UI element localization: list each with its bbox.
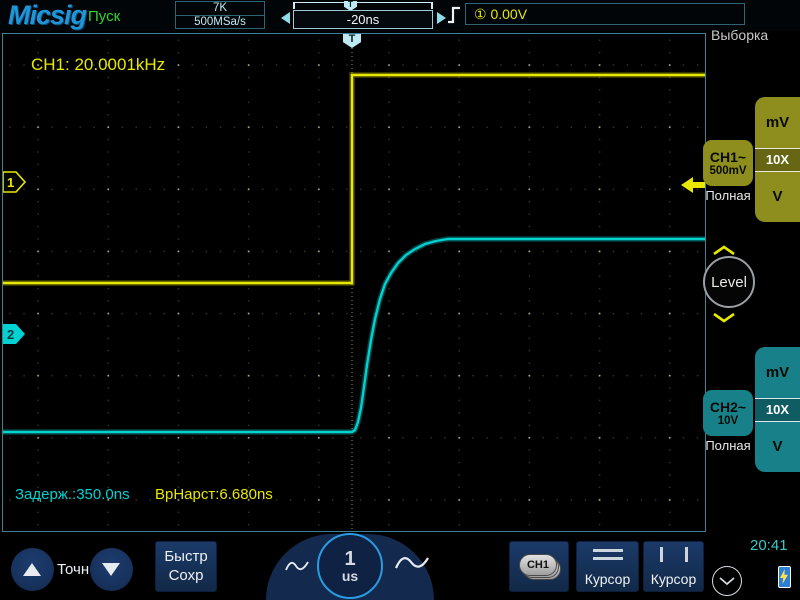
horizontal-cursor-icon <box>592 549 623 565</box>
record-right-tick <box>431 2 433 9</box>
acquisition-box[interactable]: 7K 500MSa/s <box>175 1 265 29</box>
level-knob[interactable]: Level <box>703 256 755 308</box>
quick-save-button[interactable]: Быстр Сохр <box>155 541 217 592</box>
ch2-unit-v-button[interactable]: V <box>755 422 800 473</box>
trigger-slope-icon <box>448 6 460 24</box>
memory-depth: 7K <box>212 2 228 15</box>
ch2-scale-panel: mV 10X V <box>755 347 800 472</box>
ch2-bandwidth-label: Полная <box>705 438 751 453</box>
horizontal-cursor-button[interactable]: Курсор <box>576 541 639 592</box>
collapse-menu-button[interactable] <box>712 566 742 596</box>
waveform-display[interactable]: T CH1: 20.0001kHz Задерж.:350.0ns ВрНарс… <box>2 33 706 532</box>
top-bar: Micsig Пуск 7K 500MSa/s T -20ns ① 0.00V <box>0 0 800 31</box>
ch1-bandwidth-label: Полная <box>705 188 751 203</box>
record-left-tick <box>293 2 295 9</box>
ch1-unit-v-button[interactable]: V <box>755 172 800 223</box>
triangle-up-icon <box>23 563 41 576</box>
timebase-knob[interactable]: 1 us <box>317 533 383 599</box>
ch2-ground-marker[interactable]: 2 <box>3 324 25 344</box>
record-view-bar: T <box>293 1 433 11</box>
brand-logo: Micsig <box>8 0 87 30</box>
clock-label: 20:41 <box>750 537 788 554</box>
trigger-readout-box[interactable]: ① 0.00V <box>465 3 745 25</box>
ch2-unit-mv-button[interactable]: mV <box>755 347 800 398</box>
stacked-channels-icon: CH1 <box>519 554 561 580</box>
triangle-down-icon <box>102 563 120 576</box>
sampling-mode-label: Выборка <box>711 27 769 43</box>
sample-rate: 500MSa/s <box>176 14 264 29</box>
vertical-cursor-icon <box>659 547 688 562</box>
step-down-button[interactable] <box>90 548 133 591</box>
sine-small-icon[interactable] <box>284 556 310 576</box>
sine-large-icon[interactable] <box>393 549 431 577</box>
battery-charging-icon <box>778 566 791 588</box>
pan-left-icon[interactable] <box>281 12 290 24</box>
bottom-bar: Точн Быстр Сохр 1 us CH1 Курсор Курсор 2… <box>0 533 800 600</box>
ch1-scale-panel: mV 10X V <box>755 97 800 222</box>
fine-mode-label: Точн <box>57 561 90 578</box>
ch1-trace-glow <box>3 72 705 286</box>
waveform-canvas: 1 2 <box>3 48 705 531</box>
level-up-icon[interactable] <box>711 245 737 256</box>
pan-right-icon[interactable] <box>437 12 446 24</box>
channel-drag-button[interactable]: CH1 <box>509 541 569 592</box>
svg-text:2: 2 <box>7 327 14 342</box>
chevron-down-icon <box>719 577 735 586</box>
vertical-cursor-button[interactable]: Курсор <box>643 541 704 592</box>
ch2-probe-button[interactable]: 10X <box>755 397 800 422</box>
ch1-button[interactable]: CH1~ 500mV <box>703 140 753 186</box>
run-status[interactable]: Пуск <box>88 8 120 25</box>
oscilloscope-screen: Micsig Пуск 7K 500MSa/s T -20ns ① 0.00V … <box>0 0 800 600</box>
ch1-ground-marker[interactable]: 1 <box>3 171 27 193</box>
ch2-button[interactable]: CH2~ 10V <box>703 390 753 436</box>
ch1-probe-button[interactable]: 10X <box>755 147 800 172</box>
horizontal-position-box[interactable]: -20ns <box>293 10 433 29</box>
step-up-button[interactable] <box>11 548 54 591</box>
level-down-icon[interactable] <box>711 312 737 323</box>
svg-text:1: 1 <box>7 175 14 190</box>
ch1-unit-mv-button[interactable]: mV <box>755 97 800 148</box>
